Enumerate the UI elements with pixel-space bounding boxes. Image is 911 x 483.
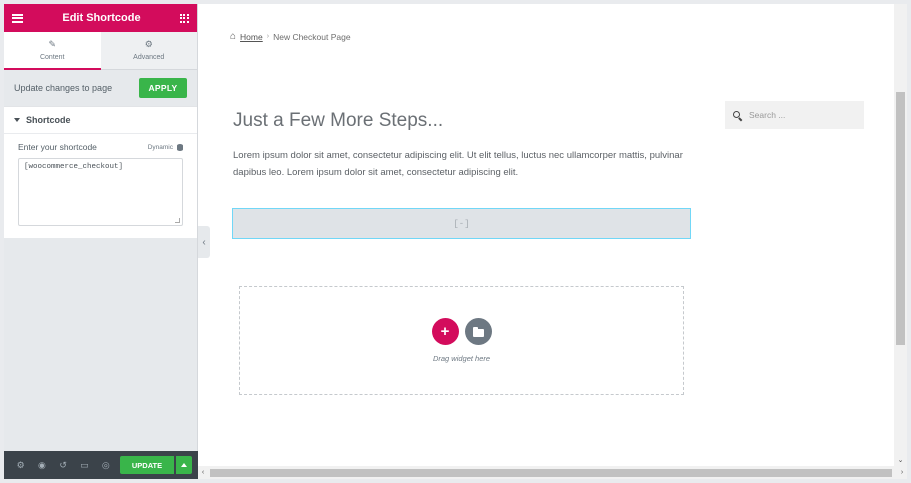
pencil-icon: ✎	[48, 38, 57, 49]
breadcrumb-home-link[interactable]: Home	[240, 32, 263, 42]
page-preview: ⌂ Home › New Checkout Page Just a Few Mo…	[210, 4, 894, 466]
collapse-panel-handle[interactable]: ‹	[198, 226, 210, 258]
widgets-grid-icon[interactable]	[179, 13, 189, 23]
scroll-left-arrow-icon[interactable]: ‹	[198, 467, 208, 478]
editor-panel: Edit Shortcode ✎ Content ⚙ Advanced Upda…	[4, 4, 198, 479]
horizontal-scrollbar[interactable]: ‹ ›	[198, 466, 907, 479]
shortcode-widget[interactable]: [-]	[232, 208, 691, 239]
drag-widget-text: Drag widget here	[432, 354, 491, 363]
breadcrumb-separator: ›	[266, 33, 270, 40]
section-toggle-shortcode[interactable]: Shortcode	[4, 106, 197, 134]
horizontal-scroll-thumb[interactable]	[210, 469, 892, 477]
shortcode-value: [woocommerce_checkout]	[24, 163, 124, 171]
shortcode-control: Enter your shortcode Dynamic [woocommerc…	[4, 134, 197, 238]
folder-icon	[472, 326, 484, 337]
update-button[interactable]: UPDATE	[120, 456, 174, 474]
tab-advanced-label: Advanced	[133, 54, 165, 61]
layers-icon[interactable]: ◉	[31, 451, 52, 479]
search-input[interactable]: Search ...	[749, 110, 785, 120]
panel-title: Edit Shortcode	[62, 12, 141, 24]
responsive-icon[interactable]: ▭	[74, 451, 95, 479]
apply-button[interactable]: APPLY	[139, 78, 187, 98]
caret-down-icon	[14, 118, 20, 122]
page-body-text: Lorem ipsum dolor sit amet, consectetur …	[233, 150, 683, 178]
update-changes-bar: Update changes to page APPLY	[4, 70, 197, 106]
gear-icon: ⚙	[144, 39, 153, 49]
editor-window: Edit Shortcode ✎ Content ⚙ Advanced Upda…	[4, 4, 907, 479]
panel-footer: ⚙ ◉ ↺ ▭ ◎ UPDATE	[4, 451, 198, 479]
shortcode-widget-placeholder: [-]	[453, 218, 470, 229]
vertical-scroll-thumb[interactable]	[896, 92, 905, 345]
tab-content[interactable]: ✎ Content	[4, 32, 101, 70]
shortcode-textarea[interactable]: [woocommerce_checkout]	[18, 158, 183, 226]
history-icon[interactable]: ↺	[53, 451, 74, 479]
home-icon: ⌂	[230, 31, 237, 42]
eye-icon[interactable]: ◎	[95, 451, 116, 479]
scroll-down-arrow-icon[interactable]: ⌄	[894, 455, 907, 465]
dynamic-tags-toggle[interactable]: Dynamic	[147, 143, 183, 151]
panel-header: Edit Shortcode	[4, 4, 197, 32]
shortcode-label: Enter your shortcode	[18, 142, 97, 152]
chevron-left-icon: ‹	[202, 236, 206, 248]
search-box[interactable]: Search ...	[725, 101, 864, 129]
caret-up-icon	[180, 463, 187, 467]
page-title: Just a Few More Steps...	[233, 110, 444, 131]
vertical-scrollbar[interactable]: ⌄	[894, 4, 907, 466]
tab-advanced[interactable]: ⚙ Advanced	[100, 32, 197, 70]
resize-handle[interactable]	[175, 218, 180, 223]
add-section-button[interactable]: +	[431, 318, 459, 345]
breadcrumb: ⌂ Home › New Checkout Page	[230, 31, 351, 42]
tab-content-label: Content	[39, 53, 65, 61]
database-icon	[177, 143, 183, 151]
search-icon	[733, 110, 742, 120]
section-title: Shortcode	[26, 115, 71, 125]
breadcrumb-current: New Checkout Page	[273, 31, 351, 42]
widget-drop-area[interactable]: + Drag widget here	[239, 286, 684, 395]
update-options-button[interactable]	[175, 456, 193, 474]
scroll-right-arrow-icon[interactable]: ›	[897, 467, 907, 478]
template-library-button[interactable]	[464, 318, 492, 345]
update-changes-text: Update changes to page	[14, 83, 113, 93]
hamburger-menu-icon[interactable]	[12, 13, 23, 23]
panel-tabs: ✎ Content ⚙ Advanced	[4, 32, 197, 70]
gear-icon[interactable]: ⚙	[10, 451, 31, 479]
dynamic-label: Dynamic	[147, 143, 173, 151]
